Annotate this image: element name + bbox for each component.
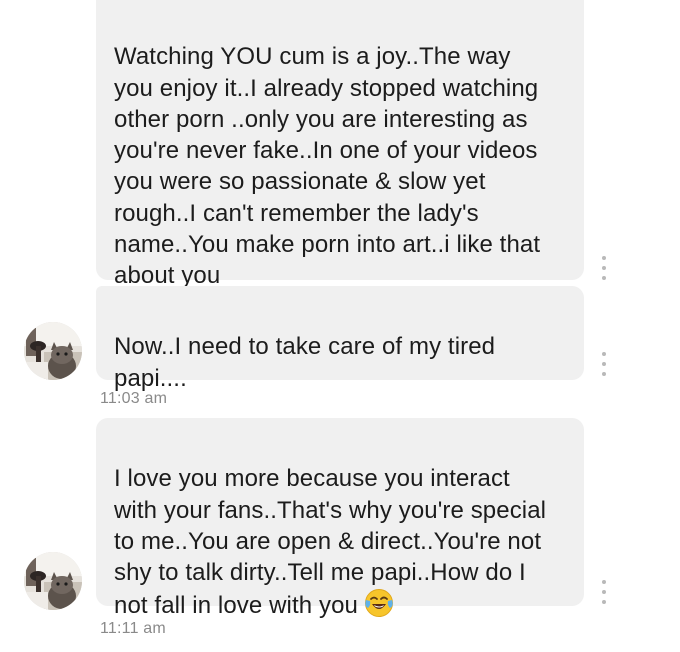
avatar[interactable] [24, 552, 82, 610]
cat-avatar-icon [24, 552, 82, 610]
message-menu-icon[interactable] [598, 580, 610, 604]
message-menu-icon[interactable] [598, 352, 610, 376]
message-text: I love you more because you interact wit… [114, 465, 547, 620]
avatar[interactable] [24, 322, 82, 380]
message-timestamp: 11:03 am [100, 390, 168, 407]
message-text: Now..I need to take care of my tired pap… [114, 333, 496, 392]
message-menu-icon[interactable] [598, 256, 610, 280]
face-with-tears-of-joy-icon [364, 588, 394, 618]
message-text: Watching YOU cum is a joy..The way you e… [114, 43, 541, 290]
message-timestamp: 11:11 am [100, 620, 166, 637]
message-bubble[interactable]: I love you more because you interact wit… [96, 418, 584, 619]
message-bubble[interactable]: Watching YOU cum is a joy..The way you e… [96, 0, 584, 289]
message-bubble[interactable]: Now..I need to take care of my tired pap… [96, 286, 584, 392]
cat-avatar-icon [24, 322, 82, 380]
